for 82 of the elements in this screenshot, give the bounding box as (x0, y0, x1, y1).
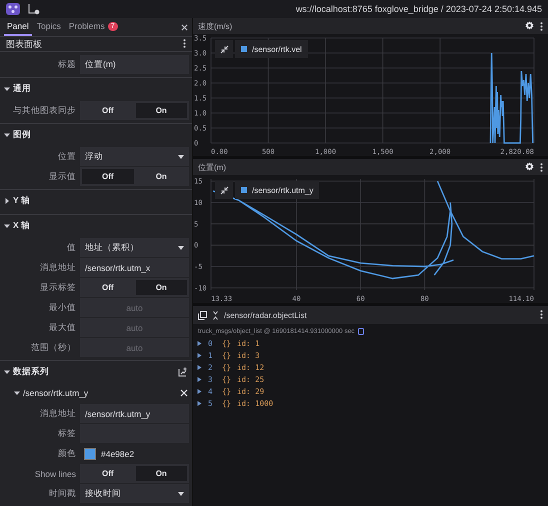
panel-title: 速度(m/s) (198, 20, 232, 32)
field-label: 范围（秒） (30, 342, 77, 354)
field-label: 值 (66, 242, 77, 254)
toggle-option[interactable]: On (136, 280, 187, 295)
section-title[interactable]: 图例 (13, 129, 31, 141)
toggle-option[interactable]: Off (82, 466, 134, 481)
legend-item[interactable]: /sensor/rtk.utm_y (235, 181, 320, 199)
caret-icon[interactable] (14, 390, 20, 396)
expand-arrow-icon[interactable] (197, 364, 202, 370)
dropdown[interactable]: 接收时间 (80, 484, 189, 503)
layout-icon[interactable] (28, 3, 40, 15)
text-field[interactable]: auto (80, 338, 189, 357)
more-options-icon[interactable] (183, 38, 186, 48)
toggle-option[interactable]: On (136, 103, 187, 118)
expand-arrow-icon[interactable] (197, 352, 202, 358)
field-label: 标签 (57, 428, 77, 440)
field-label: 最小值 (48, 302, 77, 314)
expand-arrow-icon[interactable] (197, 376, 202, 382)
panel-title: 位置(m) (198, 162, 226, 172)
copy-icon[interactable] (198, 310, 207, 320)
legend-item[interactable]: /sensor/rtk.vel (235, 40, 308, 58)
dropdown-caret-icon (178, 154, 184, 158)
add-chart-icon[interactable] (178, 367, 188, 377)
field-label: 最大值 (48, 322, 77, 334)
toggle-option[interactable]: Off (82, 280, 134, 295)
copy-icon[interactable] (358, 328, 364, 335)
field-label: 位置 (57, 150, 77, 162)
toggle-option[interactable]: On (136, 466, 187, 481)
field-label: 与其他图表同步 (12, 104, 77, 116)
more-options-icon[interactable] (540, 162, 543, 172)
text-field[interactable]: /sensor/rtk.utm_x (80, 258, 189, 277)
collapse-legend-button[interactable] (215, 40, 233, 58)
expand-arrow-icon[interactable] (197, 340, 202, 346)
color-value[interactable]: #4e98e2 (101, 448, 134, 458)
close-icon[interactable] (180, 389, 188, 397)
expand-arrow-icon[interactable] (197, 400, 202, 406)
dropdown[interactable]: 浮动 (80, 147, 189, 166)
topic-name[interactable]: /sensor/radar.objectList (224, 310, 307, 320)
section-title[interactable]: 通用 (13, 83, 31, 95)
shrink-arrows-icon (220, 44, 228, 54)
settings-icon[interactable] (525, 162, 534, 170)
dropdown[interactable]: 地址（累积） (80, 238, 189, 257)
field-label: 消息地址 (39, 262, 77, 274)
color-swatch[interactable] (84, 448, 96, 460)
toggle-option[interactable]: Off (82, 103, 134, 118)
app-logo-icon[interactable] (6, 3, 20, 15)
sidebar-tab[interactable]: Panel (4, 18, 32, 36)
dropdown-caret-icon (178, 492, 184, 496)
caret-icon[interactable] (4, 86, 10, 92)
connection-info: ws://localhost:8765 foxglove_bridge / 2023-07-24 2:50:14.945 (296, 4, 542, 14)
field-label: 时间戳 (48, 488, 77, 500)
toggle-option[interactable]: Off (82, 169, 134, 184)
shrink-arrows-icon (220, 186, 228, 194)
settings-icon[interactable] (525, 20, 534, 30)
dropdown-caret-icon (178, 246, 184, 250)
series-title[interactable]: /sensor/rtk.utm_y (23, 388, 88, 398)
text-field[interactable]: /sensor/rtk.utm_y (80, 404, 189, 423)
field-label: 显示值 (48, 170, 77, 182)
field-label: 显示标签 (39, 282, 77, 294)
field-label: 标题 (57, 58, 77, 70)
caret-icon[interactable] (4, 369, 10, 375)
field-label: Show lines (34, 468, 77, 478)
close-icon[interactable] (181, 24, 188, 30)
sidebar-tab[interactable]: Topics (34, 18, 64, 36)
field-label: 消息地址 (39, 408, 77, 420)
panel-title: 图表面板 (6, 38, 42, 50)
caret-icon[interactable] (4, 132, 10, 138)
section-title[interactable]: Y 轴 (13, 195, 30, 207)
expand-arrow-icon[interactable] (197, 388, 202, 394)
text-field[interactable]: auto (80, 318, 189, 337)
toggle-option[interactable]: On (136, 169, 187, 184)
text-field[interactable]: auto (80, 298, 189, 317)
more-options-icon[interactable] (540, 310, 543, 318)
text-field[interactable]: 位置(m) (80, 55, 189, 74)
more-options-icon[interactable] (540, 22, 543, 30)
expand-collapse-icon[interactable] (213, 310, 218, 320)
caret-icon[interactable] (4, 223, 10, 229)
section-title[interactable]: X 轴 (13, 220, 30, 232)
field-label: 颜色 (57, 448, 77, 460)
collapse-legend-button[interactable] (215, 181, 233, 199)
section-title[interactable]: 数据系列 (13, 366, 49, 378)
caret-icon[interactable] (4, 198, 10, 204)
